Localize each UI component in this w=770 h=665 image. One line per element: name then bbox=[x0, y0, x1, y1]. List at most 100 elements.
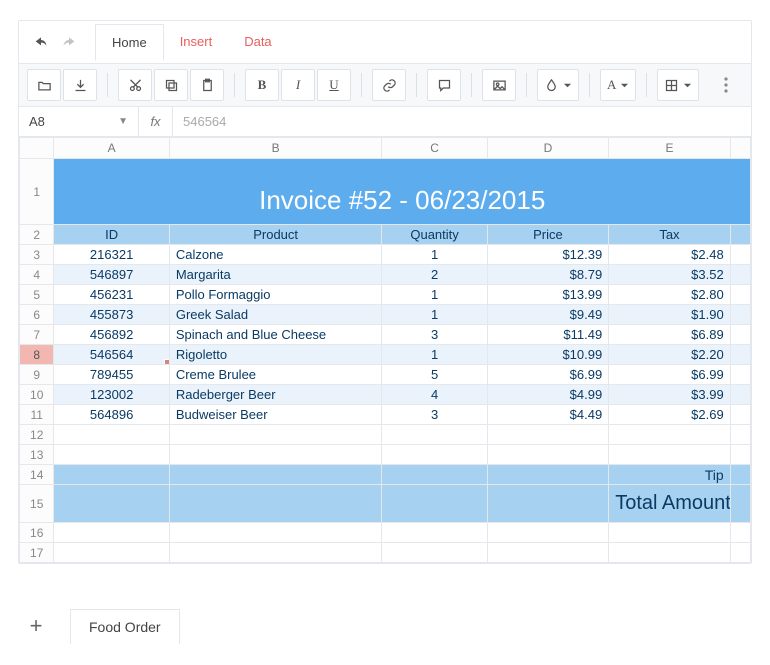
total-amount-label[interactable]: Total Amount bbox=[609, 485, 730, 523]
open-button[interactable] bbox=[27, 69, 61, 101]
copy-button[interactable] bbox=[154, 69, 188, 101]
col-header[interactable] bbox=[730, 138, 750, 159]
name-box[interactable]: A8 ▼ bbox=[19, 107, 139, 137]
row-header[interactable]: 5 bbox=[20, 285, 54, 305]
link-button[interactable] bbox=[372, 69, 406, 101]
cell[interactable]: 1 bbox=[382, 285, 487, 305]
col-header[interactable]: D bbox=[487, 138, 608, 159]
cell[interactable]: 2 bbox=[382, 265, 487, 285]
cell[interactable]: 456231 bbox=[54, 285, 169, 305]
cell[interactable]: $2.80 bbox=[609, 285, 730, 305]
spreadsheet[interactable]: A B C D E 1 Invoice #52 - 06/23/2015 2 I… bbox=[19, 137, 751, 563]
cell[interactable]: Spinach and Blue Cheese bbox=[169, 325, 382, 345]
cell[interactable]: $2.48 bbox=[609, 245, 730, 265]
cell[interactable]: 216321 bbox=[54, 245, 169, 265]
undo-button[interactable] bbox=[27, 28, 55, 56]
underline-button[interactable]: U bbox=[317, 69, 351, 101]
cell[interactable]: Greek Salad bbox=[169, 305, 382, 325]
tip-label[interactable]: Tip bbox=[609, 465, 730, 485]
cell[interactable]: Budweiser Beer bbox=[169, 405, 382, 425]
cell[interactable]: $6.99 bbox=[609, 365, 730, 385]
row-header[interactable]: 10 bbox=[20, 385, 54, 405]
row-header[interactable]: 1 bbox=[20, 159, 54, 225]
fill-color-button[interactable] bbox=[537, 69, 579, 101]
header-id[interactable]: ID bbox=[54, 225, 169, 245]
cell[interactable]: 123002 bbox=[54, 385, 169, 405]
cell[interactable]: 1 bbox=[382, 345, 487, 365]
add-sheet-button[interactable]: + bbox=[18, 608, 54, 644]
cell[interactable]: $1.90 bbox=[609, 305, 730, 325]
cell[interactable]: 4 bbox=[382, 385, 487, 405]
cell[interactable]: $3.52 bbox=[609, 265, 730, 285]
cell[interactable]: 1 bbox=[382, 305, 487, 325]
select-all-corner[interactable] bbox=[20, 138, 54, 159]
cell[interactable]: $2.20 bbox=[609, 345, 730, 365]
row-header[interactable]: 15 bbox=[20, 485, 54, 523]
row-header[interactable]: 16 bbox=[20, 523, 54, 543]
cell[interactable]: Calzone bbox=[169, 245, 382, 265]
formula-bar[interactable]: 546564 bbox=[173, 107, 751, 136]
invoice-title[interactable]: Invoice #52 - 06/23/2015 bbox=[54, 159, 751, 225]
row-header[interactable]: 14 bbox=[20, 465, 54, 485]
cell[interactable]: $8.79 bbox=[487, 265, 608, 285]
cell[interactable]: 564896 bbox=[54, 405, 169, 425]
image-button[interactable] bbox=[482, 69, 516, 101]
cell[interactable]: $4.99 bbox=[487, 385, 608, 405]
cell[interactable]: $12.39 bbox=[487, 245, 608, 265]
row-header[interactable]: 8 bbox=[20, 345, 54, 365]
cell[interactable]: $10.99 bbox=[487, 345, 608, 365]
cell[interactable]: $6.99 bbox=[487, 365, 608, 385]
tab-home[interactable]: Home bbox=[95, 24, 164, 61]
col-header[interactable]: A bbox=[54, 138, 169, 159]
cell[interactable]: Rigoletto bbox=[169, 345, 382, 365]
cell[interactable]: 3 bbox=[382, 325, 487, 345]
borders-button[interactable] bbox=[657, 69, 699, 101]
cell[interactable]: Creme Brulee bbox=[169, 365, 382, 385]
cell[interactable]: 546897 bbox=[54, 265, 169, 285]
cell[interactable]: Pollo Formaggio bbox=[169, 285, 382, 305]
cell[interactable]: Radeberger Beer bbox=[169, 385, 382, 405]
bold-button[interactable]: B bbox=[245, 69, 279, 101]
row-header[interactable]: 12 bbox=[20, 425, 54, 445]
row-header[interactable]: 9 bbox=[20, 365, 54, 385]
col-header[interactable]: C bbox=[382, 138, 487, 159]
cell[interactable]: 5 bbox=[382, 365, 487, 385]
header-qty[interactable]: Quantity bbox=[382, 225, 487, 245]
cell[interactable]: Margarita bbox=[169, 265, 382, 285]
row-header[interactable]: 3 bbox=[20, 245, 54, 265]
row-header[interactable]: 4 bbox=[20, 265, 54, 285]
cell[interactable]: $13.99 bbox=[487, 285, 608, 305]
active-cell[interactable]: 546564 bbox=[54, 345, 169, 365]
cell[interactable]: $4.49 bbox=[487, 405, 608, 425]
cut-button[interactable] bbox=[118, 69, 152, 101]
italic-button[interactable]: I bbox=[281, 69, 315, 101]
header-price[interactable]: Price bbox=[487, 225, 608, 245]
row-header[interactable]: 13 bbox=[20, 445, 54, 465]
row-header[interactable]: 11 bbox=[20, 405, 54, 425]
cell[interactable]: 455873 bbox=[54, 305, 169, 325]
cell[interactable]: $9.49 bbox=[487, 305, 608, 325]
row-header[interactable]: 2 bbox=[20, 225, 54, 245]
row-header[interactable]: 17 bbox=[20, 543, 54, 563]
comment-button[interactable] bbox=[427, 69, 461, 101]
cell[interactable]: 1 bbox=[382, 245, 487, 265]
paste-button[interactable] bbox=[190, 69, 224, 101]
col-header[interactable]: B bbox=[169, 138, 382, 159]
row-header[interactable]: 6 bbox=[20, 305, 54, 325]
cell[interactable]: $11.49 bbox=[487, 325, 608, 345]
col-header[interactable]: E bbox=[609, 138, 730, 159]
cell[interactable]: $3.99 bbox=[609, 385, 730, 405]
cell[interactable]: $6.89 bbox=[609, 325, 730, 345]
cell[interactable]: $2.69 bbox=[609, 405, 730, 425]
header-product[interactable]: Product bbox=[169, 225, 382, 245]
export-button[interactable] bbox=[63, 69, 97, 101]
cell[interactable]: 789455 bbox=[54, 365, 169, 385]
row-header[interactable]: 7 bbox=[20, 325, 54, 345]
header-tax[interactable]: Tax bbox=[609, 225, 730, 245]
tab-data[interactable]: Data bbox=[228, 24, 287, 60]
cell[interactable]: 456892 bbox=[54, 325, 169, 345]
font-color-button[interactable]: A bbox=[600, 69, 636, 101]
more-menu[interactable] bbox=[709, 77, 743, 93]
redo-button[interactable] bbox=[55, 28, 83, 56]
tab-insert[interactable]: Insert bbox=[164, 24, 229, 60]
